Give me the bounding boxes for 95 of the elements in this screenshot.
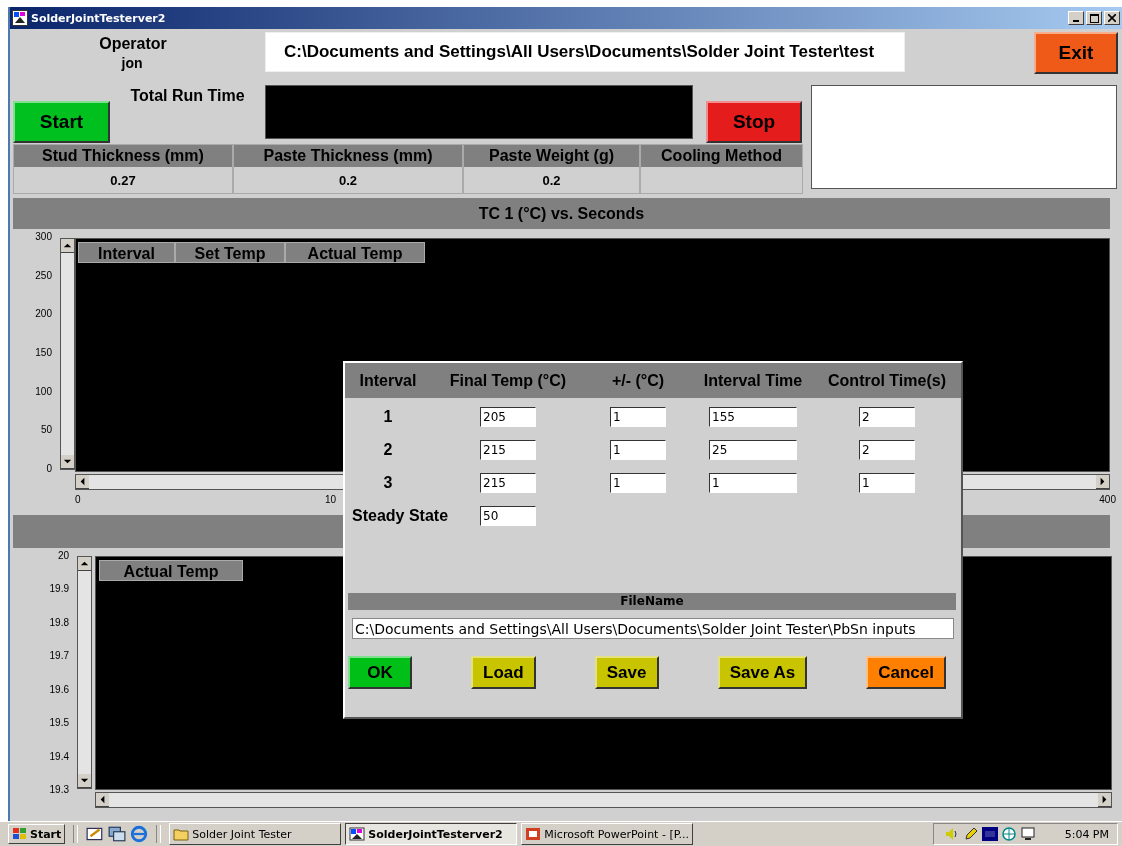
value-field[interactable]: 205 bbox=[480, 406, 536, 427]
x-axis-label: 0 bbox=[75, 494, 81, 505]
globe-icon[interactable] bbox=[1000, 826, 1017, 842]
close-icon bbox=[1108, 14, 1116, 22]
app-icon bbox=[349, 827, 366, 841]
scroll-down-icon[interactable] bbox=[78, 774, 91, 788]
parameter-header: Stud Thickness (mm) bbox=[14, 145, 232, 167]
interval-label: 2 bbox=[382, 439, 394, 460]
column-header: Control Time(s) bbox=[827, 370, 947, 391]
y-axis-label: 19.9 bbox=[49, 583, 69, 596]
column-header: Interval Time bbox=[702, 370, 804, 391]
start-button[interactable]: Start bbox=[8, 824, 66, 844]
value-field[interactable]: 2 bbox=[859, 439, 915, 460]
total-run-time-label: Total Run Time bbox=[129, 86, 246, 106]
value-field[interactable]: 1 bbox=[610, 406, 666, 427]
vertical-scrollbar[interactable] bbox=[60, 238, 75, 470]
operator-name: jon bbox=[121, 55, 143, 71]
dialog-button[interactable]: Cancel bbox=[866, 656, 946, 689]
value-field[interactable]: 155 bbox=[709, 406, 797, 427]
close-button[interactable] bbox=[1104, 11, 1120, 25]
y-axis-label: 50 bbox=[40, 424, 52, 437]
interval-label: Steady State bbox=[352, 505, 449, 526]
y-axis-label: 250 bbox=[35, 269, 52, 282]
maximize-icon bbox=[1089, 13, 1099, 23]
y-axis-label: 300 bbox=[35, 231, 52, 243]
maximize-button[interactable] bbox=[1086, 11, 1102, 25]
file-path-display: C:\Documents and Settings\All Users\Documents\Solder Joint Tester\test bbox=[265, 32, 905, 72]
value-field[interactable]: 1 bbox=[610, 472, 666, 493]
y-axis-label: 19.6 bbox=[49, 683, 69, 696]
y-axis-label: 19.4 bbox=[49, 750, 69, 763]
legend-header: Actual Temp bbox=[99, 560, 243, 581]
folder-icon bbox=[173, 827, 190, 841]
value-field[interactable]: 215 bbox=[480, 472, 536, 493]
operator-label: Operator bbox=[99, 35, 167, 53]
column-header: Interval bbox=[358, 370, 418, 391]
scroll-left-icon[interactable] bbox=[76, 475, 89, 489]
dialog-button[interactable]: Load bbox=[471, 656, 536, 689]
y-axis-label: 19.7 bbox=[49, 650, 69, 663]
filename-header: FileName bbox=[348, 593, 956, 610]
window-title: SolderJointTesterver2 bbox=[31, 11, 167, 25]
parameter-header: Paste Thickness (mm) bbox=[234, 145, 462, 167]
x-axis-label: 10 bbox=[325, 494, 337, 505]
clock: 5:04 PM bbox=[1064, 827, 1109, 841]
y-axis-label: 19.5 bbox=[49, 717, 69, 730]
language-icon[interactable] bbox=[981, 826, 998, 842]
app-icon bbox=[12, 10, 28, 26]
chart-title-bar: TC 1 (°C) vs. Seconds bbox=[13, 198, 1110, 229]
legend-header: Actual Temp bbox=[285, 242, 425, 263]
value-field[interactable]: 1 bbox=[859, 472, 915, 493]
interval-label: 3 bbox=[382, 472, 394, 493]
horizontal-scrollbar[interactable] bbox=[95, 792, 1112, 808]
dialog-button[interactable]: OK bbox=[348, 656, 412, 689]
legend-header: Set Temp bbox=[175, 242, 285, 263]
parameter-header: Cooling Method bbox=[641, 145, 802, 167]
interval-label: 1 bbox=[382, 406, 394, 427]
windows-logo-icon bbox=[12, 827, 28, 841]
taskbar-button[interactable]: Microsoft PowerPoint - [P... bbox=[521, 823, 694, 845]
y-axis-label: 150 bbox=[35, 346, 52, 359]
y-axis-label: 20 bbox=[57, 550, 69, 562]
y-axis-label: 19.8 bbox=[49, 616, 69, 629]
scroll-right-icon[interactable] bbox=[1098, 793, 1111, 807]
value-field[interactable]: 50 bbox=[480, 505, 536, 526]
value-field[interactable]: 215 bbox=[480, 439, 536, 460]
scroll-left-icon[interactable] bbox=[96, 793, 109, 807]
x-axis-label: 400 bbox=[1099, 494, 1116, 505]
value-field[interactable]: 1 bbox=[709, 472, 797, 493]
y-axis-label: 200 bbox=[35, 308, 52, 321]
column-header: Final Temp (°C) bbox=[448, 370, 568, 391]
y-axis-label: 0 bbox=[46, 462, 52, 475]
value-field[interactable]: 25 bbox=[709, 439, 797, 460]
dialog-button[interactable]: Save As bbox=[717, 656, 808, 689]
legend-header: Interval bbox=[78, 242, 175, 263]
taskbar-button[interactable]: Solder Joint Tester bbox=[169, 823, 342, 845]
pencil-icon[interactable] bbox=[962, 826, 979, 842]
y-axis-label: 100 bbox=[35, 385, 52, 398]
dialog-button[interactable]: Save bbox=[594, 656, 659, 689]
monitor-icon[interactable] bbox=[1019, 826, 1036, 842]
taskbar-button[interactable]: SolderJointTesterver2 bbox=[345, 823, 518, 845]
minimize-button[interactable] bbox=[1068, 11, 1084, 25]
vertical-scrollbar[interactable] bbox=[77, 556, 92, 789]
parameter-header: Paste Weight (g) bbox=[464, 145, 639, 167]
exit-button[interactable]: Exit bbox=[1034, 32, 1118, 74]
scroll-up-icon[interactable] bbox=[78, 557, 91, 571]
start-button[interactable]: Start bbox=[13, 101, 110, 143]
slide-icon bbox=[525, 827, 542, 841]
scroll-down-icon[interactable] bbox=[61, 455, 74, 469]
scroll-right-icon[interactable] bbox=[1096, 475, 1109, 489]
stop-button[interactable]: Stop bbox=[706, 101, 802, 143]
value-field[interactable]: 1 bbox=[610, 439, 666, 460]
filename-field[interactable]: C:\Documents and Settings\All Users\Documents\Solder Joint Tester\PbSn inputs bbox=[352, 618, 954, 639]
column-header: +/- (°C) bbox=[610, 370, 666, 391]
scroll-up-icon[interactable] bbox=[61, 239, 74, 253]
value-field[interactable]: 2 bbox=[859, 406, 915, 427]
window-icon[interactable] bbox=[108, 825, 127, 843]
y-axis-label: 19.3 bbox=[49, 783, 69, 796]
